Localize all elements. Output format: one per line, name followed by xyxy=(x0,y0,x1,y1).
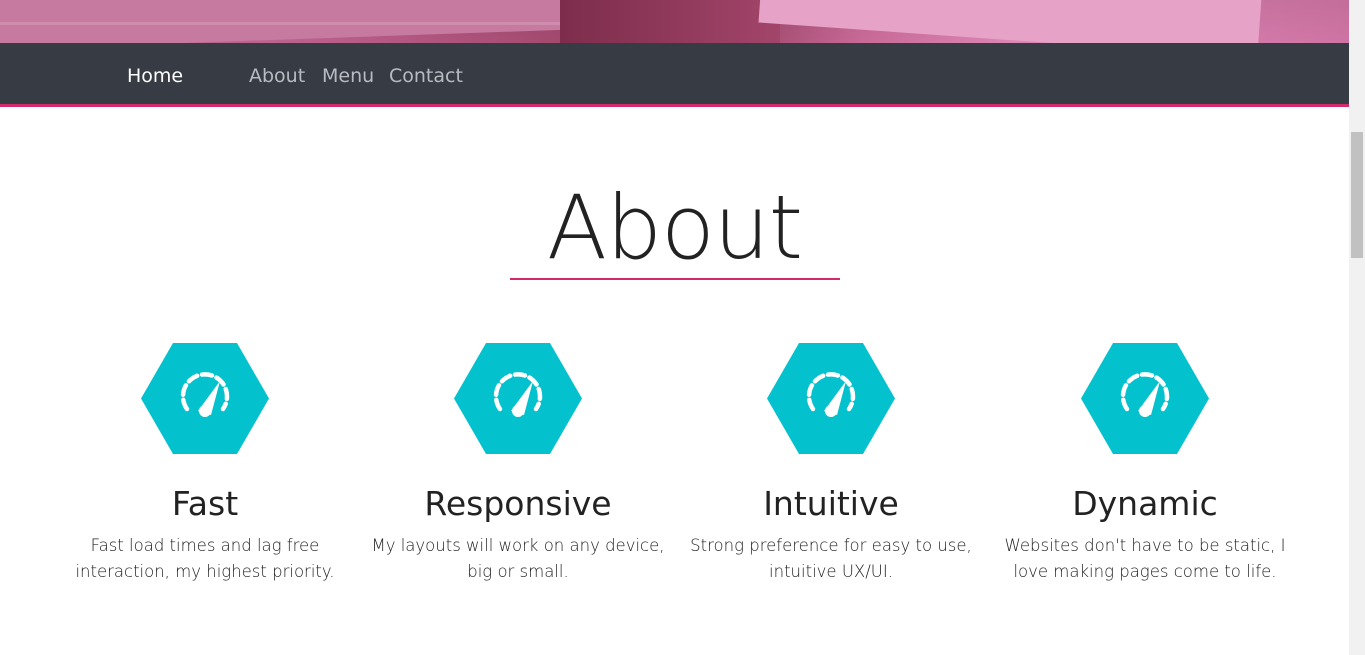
feature-responsive: Responsive My layouts will work on any d… xyxy=(368,343,668,585)
feature-description-line: big or small. xyxy=(467,562,569,581)
hero-paper-edge xyxy=(0,22,560,25)
feature-description-line: My layouts will work on any device, xyxy=(371,536,665,555)
feature-dynamic: Dynamic Websites don't have to be static… xyxy=(995,343,1295,585)
feature-description-line: intuitive UX/UI. xyxy=(769,562,893,581)
feature-title: Fast xyxy=(171,484,239,523)
navbar: Home About Menu Contact xyxy=(0,43,1349,107)
heading-underline xyxy=(510,278,840,280)
feature-intuitive: Intuitive Strong preference for easy to … xyxy=(681,343,981,585)
nav-menu-link[interactable]: Menu xyxy=(322,65,374,87)
feature-fast: Fast Fast load times and lag free intera… xyxy=(55,343,355,585)
hero-shadow xyxy=(560,0,780,43)
feature-title: Responsive xyxy=(424,484,612,523)
feature-description-line: love making pages come to life. xyxy=(1013,562,1277,581)
nav-about-link[interactable]: About xyxy=(249,65,305,87)
feature-title: Dynamic xyxy=(1072,484,1218,523)
hexagon-icon xyxy=(454,343,582,454)
feature-description: Fast load times and lag free interaction… xyxy=(55,533,355,585)
hexagon-icon xyxy=(141,343,269,454)
feature-title: Intuitive xyxy=(763,484,899,523)
feature-description-line: Fast load times and lag free xyxy=(90,536,320,555)
feature-description: Websites don't have to be static, I love… xyxy=(995,533,1295,585)
hexagon-icon xyxy=(1081,343,1209,454)
page: Home About Menu Contact About Fast Fast … xyxy=(0,0,1365,655)
feature-description: My layouts will work on any device, big … xyxy=(368,533,668,585)
nav-home-link[interactable]: Home xyxy=(127,65,183,87)
vertical-scrollbar[interactable] xyxy=(1349,0,1365,655)
about-heading: About xyxy=(0,176,1349,279)
nav-contact-link[interactable]: Contact xyxy=(389,65,463,87)
hero-image xyxy=(0,0,1349,43)
about-heading-text: About xyxy=(546,176,803,279)
feature-description-line: interaction, my highest priority. xyxy=(75,562,335,581)
feature-description: Strong preference for easy to use, intui… xyxy=(681,533,981,585)
hexagon-icon xyxy=(767,343,895,454)
feature-description-line: Websites don't have to be static, I xyxy=(1004,536,1286,555)
scrollbar-thumb[interactable] xyxy=(1351,132,1363,258)
feature-description-line: Strong preference for easy to use, xyxy=(690,536,972,555)
hero-notepad xyxy=(758,0,1262,43)
